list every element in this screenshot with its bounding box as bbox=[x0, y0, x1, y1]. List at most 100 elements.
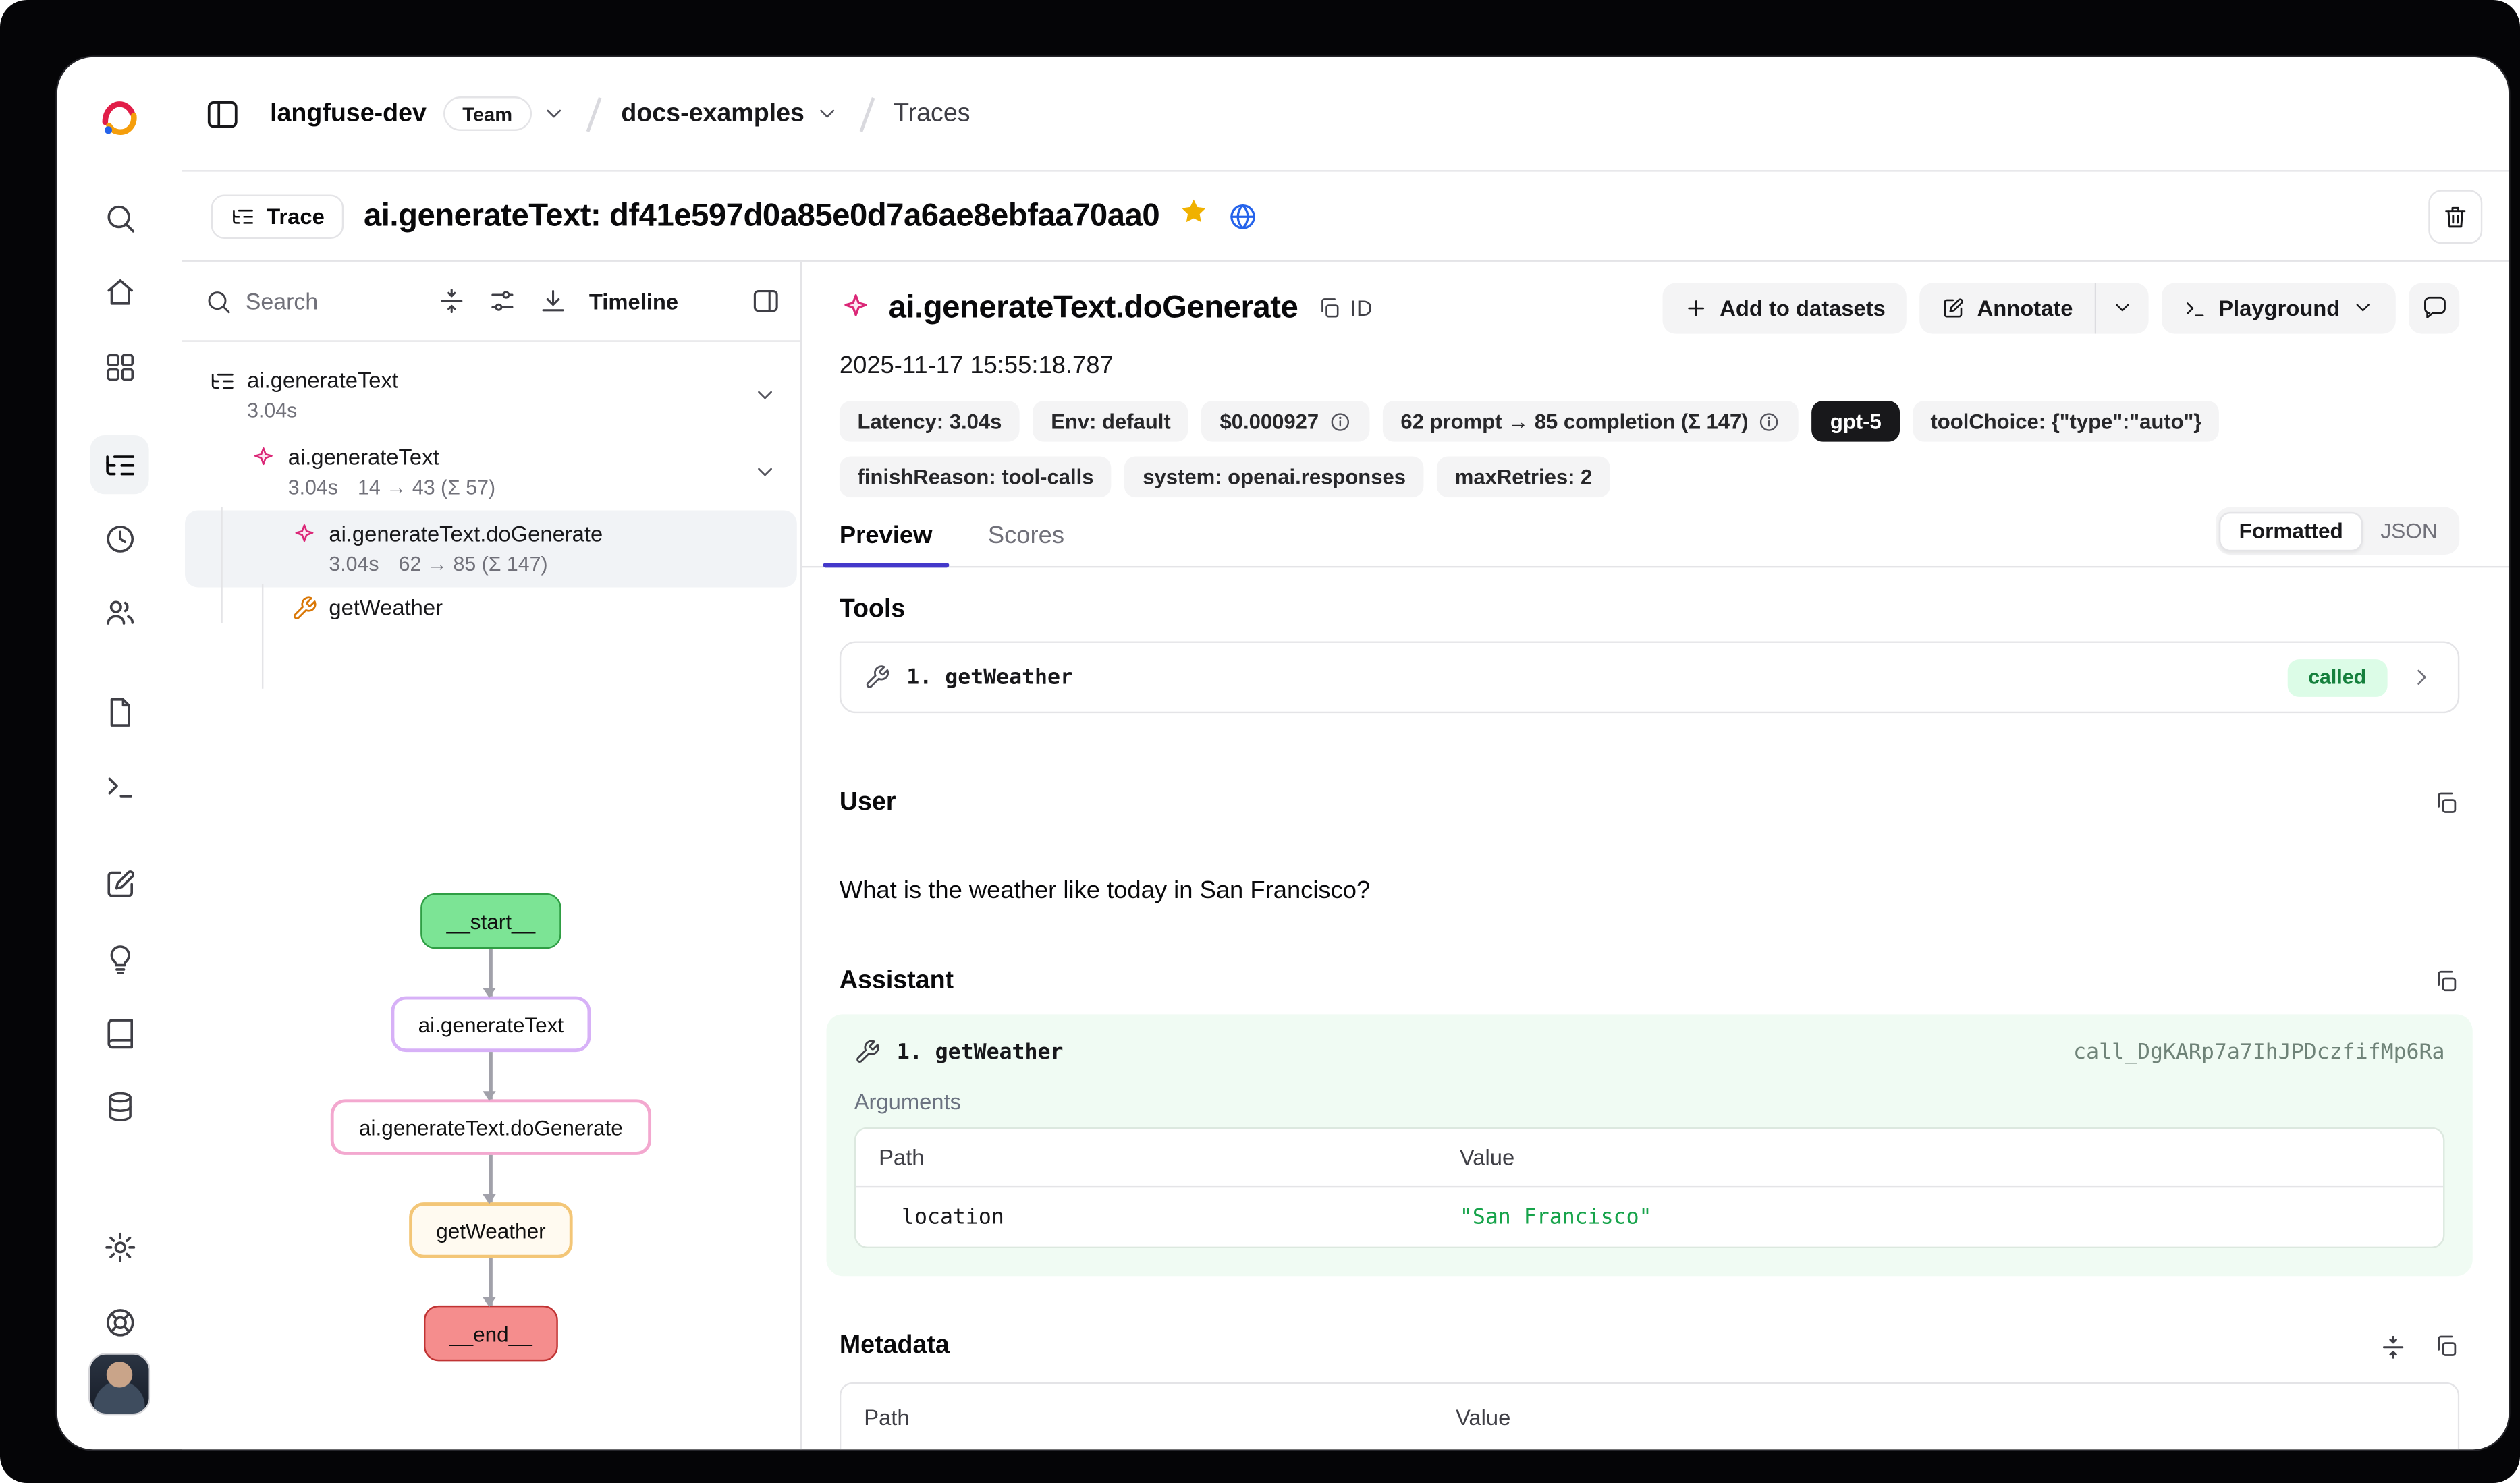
annotate-label: Annotate bbox=[1977, 296, 2073, 320]
rail-users-button[interactable] bbox=[90, 582, 148, 641]
rail-prompts-button[interactable] bbox=[90, 682, 148, 741]
add-to-datasets-button[interactable]: Add to datasets bbox=[1662, 282, 1907, 333]
chevron-down-icon[interactable] bbox=[752, 459, 777, 484]
rail-settings-button[interactable] bbox=[90, 1217, 148, 1276]
langfuse-logo[interactable] bbox=[90, 88, 148, 147]
breadcrumb-project[interactable]: langfuse-dev bbox=[270, 99, 427, 129]
copy-metadata-button[interactable] bbox=[2434, 1333, 2460, 1360]
rail-traces-button[interactable] bbox=[90, 435, 148, 494]
sparkle-icon bbox=[292, 522, 318, 556]
trace-tree-panel: Timeline ai.generateText 3.04s bbox=[182, 262, 802, 1449]
public-link-button[interactable] bbox=[1227, 200, 1258, 231]
list-tree-icon bbox=[103, 447, 137, 482]
breadcrumb-separator bbox=[859, 96, 874, 131]
trace-graph: __start__ ai.generateText ai.generateTex… bbox=[182, 893, 800, 1361]
environment-chevron[interactable] bbox=[814, 101, 838, 125]
latency-badge: Latency: 3.04s bbox=[840, 401, 1020, 442]
copy-assistant-button[interactable] bbox=[2434, 968, 2460, 995]
tree-row-trace[interactable]: ai.generateText 3.04s bbox=[185, 357, 797, 434]
chevron-right-icon[interactable] bbox=[2409, 664, 2435, 690]
copy-icon bbox=[1317, 296, 1342, 320]
rail-home-button[interactable] bbox=[90, 262, 148, 320]
download-button[interactable] bbox=[539, 286, 568, 316]
expand-metadata-button[interactable] bbox=[2380, 1333, 2407, 1360]
argument-value: "San Francisco" bbox=[1437, 1205, 2443, 1229]
preview-content: Tools 1. getWeather called User What is … bbox=[802, 567, 2509, 1449]
tool-definition-row[interactable]: 1. getWeather called bbox=[840, 641, 2459, 713]
sidebar-toggle-button[interactable] bbox=[204, 96, 240, 132]
bookmark-star-button[interactable] bbox=[1178, 196, 1209, 235]
toggle-formatted[interactable]: Formatted bbox=[2220, 511, 2363, 551]
tree-item-tokens: 62 → 85 (Σ 147) bbox=[399, 553, 548, 578]
tree-item-tokens: 14 → 43 (Σ 57) bbox=[358, 476, 495, 501]
comments-button[interactable] bbox=[2409, 282, 2459, 333]
trace-tree: ai.generateText 3.04s ai.generateText 3.… bbox=[182, 342, 800, 628]
cost-badge[interactable]: $0.000927 bbox=[1202, 401, 1370, 442]
system-badge: system: openai.responses bbox=[1125, 456, 1424, 497]
copy-icon bbox=[2434, 968, 2460, 995]
tree-item-label: ai.generateText bbox=[288, 443, 495, 471]
tree-item-label: ai.generateText.doGenerate bbox=[329, 520, 603, 548]
graph-node-generatetext[interactable]: ai.generateText bbox=[390, 997, 591, 1052]
tree-row-dogenerate-selected[interactable]: ai.generateText.doGenerate 3.04s62 → 85 … bbox=[185, 511, 797, 588]
tab-scores[interactable]: Scores bbox=[972, 522, 1081, 565]
tree-row-generation[interactable]: ai.generateText 3.04s14 → 43 (Σ 57) bbox=[185, 434, 797, 511]
graph-node-dogenerate[interactable]: ai.generateText.doGenerate bbox=[331, 1099, 651, 1154]
rail-library-button[interactable] bbox=[90, 1003, 148, 1061]
graph-node-getweather[interactable]: getWeather bbox=[408, 1202, 574, 1258]
timeline-toggle[interactable]: Timeline bbox=[589, 289, 678, 313]
search-icon bbox=[103, 200, 137, 235]
search-input[interactable] bbox=[246, 288, 416, 314]
project-chevron[interactable] bbox=[542, 101, 566, 125]
square-pen-icon bbox=[1941, 296, 1965, 320]
rail-evals-button[interactable] bbox=[90, 854, 148, 913]
tokens-badge[interactable]: 62 prompt → 85 completion (Σ 147) bbox=[1383, 401, 1799, 442]
breadcrumb-bar: langfuse-dev Team docs-examples Traces bbox=[182, 57, 2509, 170]
tokens-badge-label: 62 prompt → 85 completion (Σ 147) bbox=[1400, 409, 1748, 433]
plus-icon bbox=[1684, 296, 1708, 320]
rail-sessions-button[interactable] bbox=[90, 509, 148, 567]
rail-search-button[interactable] bbox=[90, 188, 148, 247]
observation-title: ai.generateText.doGenerate bbox=[889, 289, 1298, 327]
collapse-panel-button[interactable] bbox=[751, 286, 781, 316]
tab-preview[interactable]: Preview bbox=[823, 522, 949, 565]
user-avatar[interactable] bbox=[88, 1353, 150, 1415]
rail-datasets-button[interactable] bbox=[90, 1076, 148, 1135]
model-badge[interactable]: gpt-5 bbox=[1812, 401, 1899, 442]
team-badge: Team bbox=[443, 96, 532, 131]
metadata-table: Path Value bbox=[840, 1382, 2459, 1449]
tree-row-tool[interactable]: getWeather bbox=[185, 587, 797, 628]
arguments-table-header: Path Value bbox=[856, 1129, 2443, 1187]
copy-id-button[interactable]: ID bbox=[1317, 296, 1372, 320]
tree-item-label: getWeather bbox=[329, 594, 443, 621]
annotate-more-button[interactable] bbox=[2094, 282, 2148, 333]
annotate-split-button: Annotate bbox=[1920, 282, 2148, 333]
annotate-button[interactable]: Annotate bbox=[1920, 282, 2094, 333]
breadcrumb-section[interactable]: Traces bbox=[894, 99, 970, 129]
rail-playground-button[interactable] bbox=[90, 756, 148, 814]
chevron-down-icon[interactable] bbox=[752, 383, 777, 407]
breadcrumb-environment[interactable]: docs-examples bbox=[621, 99, 804, 129]
langfuse-logo-icon bbox=[97, 95, 142, 141]
rail-insights-button[interactable] bbox=[90, 929, 148, 988]
view-format-toggle: Formatted JSON bbox=[2215, 507, 2459, 555]
view-settings-button[interactable] bbox=[488, 286, 518, 316]
trace-type-chip[interactable]: Trace bbox=[211, 194, 344, 237]
playground-button[interactable]: Playground bbox=[2161, 282, 2395, 333]
copy-user-button[interactable] bbox=[2434, 790, 2460, 816]
rail-dashboard-button[interactable] bbox=[90, 337, 148, 395]
star-icon bbox=[1178, 196, 1209, 227]
delete-trace-button[interactable] bbox=[2428, 189, 2482, 243]
panel-left-icon bbox=[204, 96, 240, 132]
comment-icon bbox=[2421, 294, 2447, 320]
tree-item-label: ai.generateText bbox=[247, 366, 398, 394]
graph-node-end[interactable]: __end__ bbox=[423, 1306, 558, 1361]
toggle-json[interactable]: JSON bbox=[2363, 513, 2455, 549]
gear-icon bbox=[103, 1229, 137, 1264]
life-buoy-icon bbox=[103, 1305, 137, 1339]
graph-node-start[interactable]: __start__ bbox=[420, 893, 561, 949]
collapse-all-button[interactable] bbox=[437, 286, 466, 316]
assistant-section: Assistant 1. getWeather call_DgKARp7a7Ih… bbox=[840, 967, 2459, 1276]
rail-support-button[interactable] bbox=[90, 1293, 148, 1351]
square-pen-icon bbox=[103, 866, 137, 901]
